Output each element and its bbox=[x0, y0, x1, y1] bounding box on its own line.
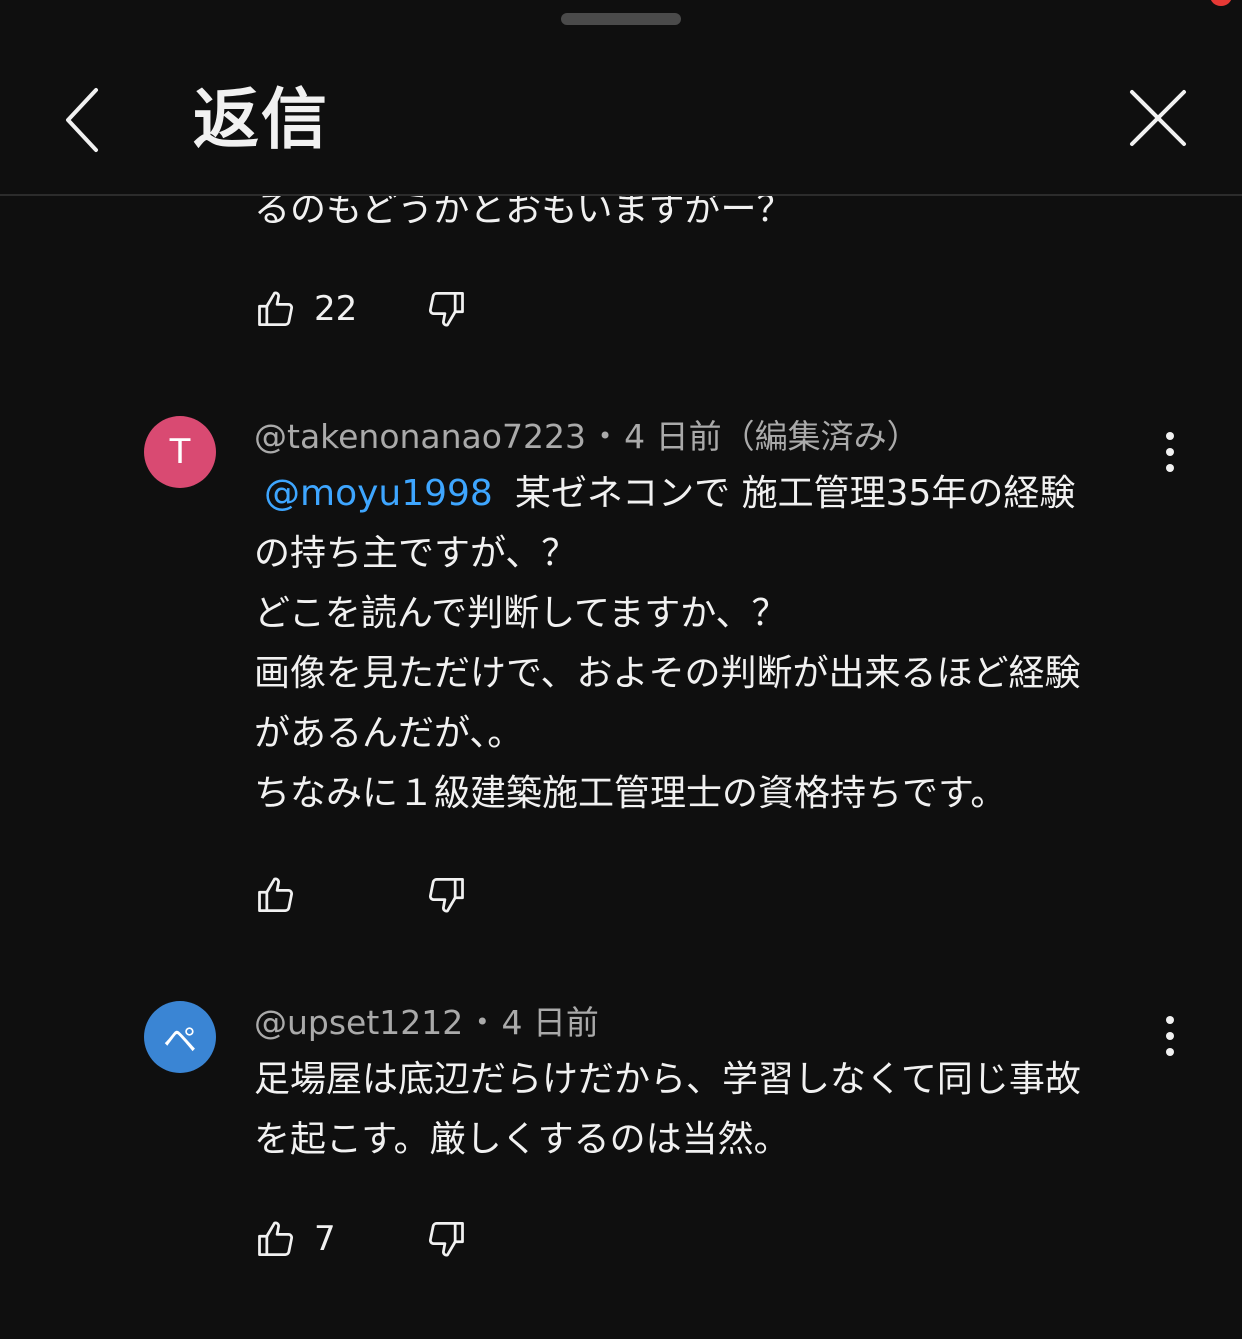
author-handle[interactable]: @upset1212 bbox=[254, 1003, 463, 1042]
comment-line: どこを読んで判断してますか、？ bbox=[254, 593, 788, 634]
notification-badge bbox=[1210, 0, 1232, 6]
avatar-letter: T bbox=[169, 432, 191, 472]
like-count: 22 bbox=[314, 289, 358, 329]
like-button[interactable] bbox=[254, 873, 424, 917]
thumbs-up-icon bbox=[258, 1221, 294, 1256]
comment-text: @moyu1998 某ゼネコンで 施工管理35年の経験 の持ち主ですが、？ どこを… bbox=[254, 464, 1174, 824]
chevron-left-icon bbox=[66, 88, 98, 152]
thumbs-down-icon bbox=[428, 292, 464, 327]
author-handle[interactable]: @takenonanao7223 bbox=[254, 417, 586, 456]
meta-separator: • bbox=[597, 422, 613, 450]
comment-line: 足場屋は底辺だらけだから、学習しなくて同じ事故 bbox=[254, 1059, 1081, 1100]
comment-time: 4 日前（編集済み） bbox=[624, 417, 920, 456]
comment-meta: @upset1212 • 4 日前 bbox=[254, 1000, 599, 1045]
comment-actions: 22 bbox=[254, 284, 468, 334]
thumbs-up-icon bbox=[258, 877, 294, 912]
mention-link[interactable]: @moyu1998 bbox=[264, 473, 493, 514]
close-button[interactable] bbox=[1120, 80, 1196, 156]
comment-line: があるんだが、。 bbox=[254, 713, 524, 754]
comment-actions bbox=[254, 870, 468, 920]
comment-time: 4 日前 bbox=[501, 1003, 599, 1042]
like-count: 7 bbox=[314, 1219, 336, 1259]
comment-line: を起こす。厳しくするのは当然。 bbox=[254, 1119, 790, 1160]
like-button[interactable]: 7 bbox=[254, 1217, 424, 1261]
comment-meta: @takenonanao7223 • 4 日前（編集済み） bbox=[254, 414, 920, 459]
close-icon bbox=[1130, 90, 1186, 146]
drag-handle[interactable] bbox=[561, 13, 681, 25]
dislike-button[interactable] bbox=[424, 287, 468, 331]
comment-line: 画像を見ただけで、およその判断が出来るほど経験 bbox=[254, 653, 1081, 694]
comment-actions: 7 bbox=[254, 1214, 468, 1264]
replies-panel: るのもどうかとおもいますがー？ 22 T @takenonanao7223 • 4 … bbox=[0, 0, 1242, 1339]
comment-line: ちなみに１級建築施工管理士の資格持ちです。 bbox=[254, 773, 1007, 814]
dislike-button[interactable] bbox=[424, 873, 468, 917]
panel-header: 返信 bbox=[0, 0, 1242, 196]
comment-line-text: 某ゼネコンで 施工管理35年の経験 bbox=[514, 473, 1076, 514]
back-button[interactable] bbox=[50, 82, 120, 158]
thumbs-down-icon bbox=[428, 1222, 464, 1257]
thumbs-up-icon bbox=[258, 291, 294, 326]
avatar-letter: ペ bbox=[163, 1020, 197, 1061]
avatar[interactable]: ペ bbox=[144, 1001, 216, 1073]
comment-line: の持ち主ですが、？ bbox=[254, 533, 578, 574]
thumbs-down-icon bbox=[428, 878, 464, 913]
replies-list[interactable]: るのもどうかとおもいますがー？ 22 T @takenonanao7223 • 4 … bbox=[0, 0, 1242, 1339]
dislike-button[interactable] bbox=[424, 1217, 468, 1261]
like-button[interactable]: 22 bbox=[254, 287, 424, 331]
comment-text: 足場屋は底辺だらけだから、学習しなくて同じ事故 を起こす。厳しくするのは当然。 bbox=[254, 1050, 1174, 1170]
comment-line: @moyu1998 某ゼネコンで 施工管理35年の経験 bbox=[254, 464, 1174, 524]
avatar[interactable]: T bbox=[144, 416, 216, 488]
page-title: 返信 bbox=[193, 81, 329, 158]
meta-separator: • bbox=[475, 1008, 490, 1036]
